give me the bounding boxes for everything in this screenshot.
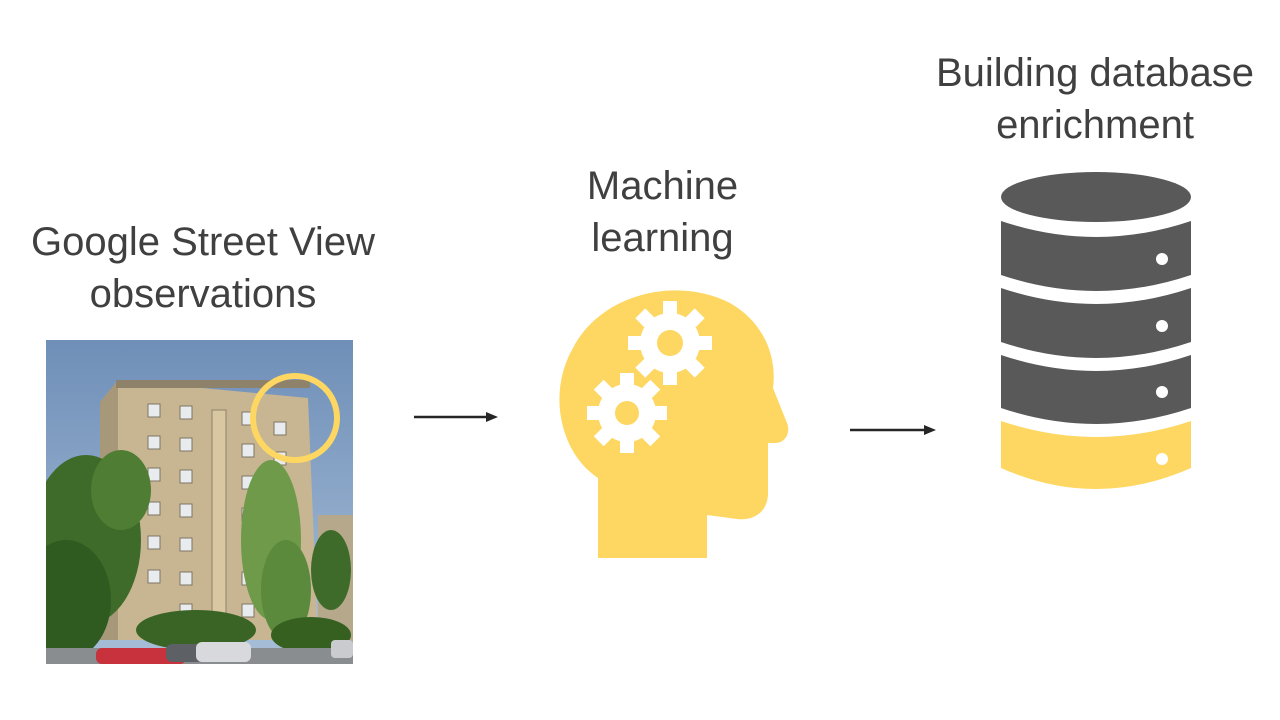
- label-database-line1: Building database: [935, 51, 1255, 95]
- street-view-photo-svg: [46, 340, 353, 664]
- database-top: [1001, 172, 1191, 222]
- label-street-view: Google Street View observations: [0, 216, 406, 320]
- gear-icon-small: [587, 373, 667, 453]
- label-street-view-line2: observations: [89, 272, 317, 316]
- arrow-right-icon: [412, 410, 502, 429]
- label-database-line2: enrichment: [996, 103, 1194, 147]
- street-view-photo: [46, 340, 353, 664]
- head-with-gears-icon: [555, 283, 795, 568]
- label-street-view-line1: Google Street View: [31, 220, 375, 264]
- arrow-right-icon: [848, 423, 940, 442]
- label-machine-learning: Machine learning: [540, 160, 785, 264]
- label-machine-learning-line2: learning: [591, 216, 734, 260]
- label-machine-learning-line1: Machine: [586, 164, 739, 208]
- database-icon: [998, 170, 1194, 505]
- gear-icon-large: [628, 301, 712, 385]
- label-database: Building database enrichment: [910, 47, 1280, 151]
